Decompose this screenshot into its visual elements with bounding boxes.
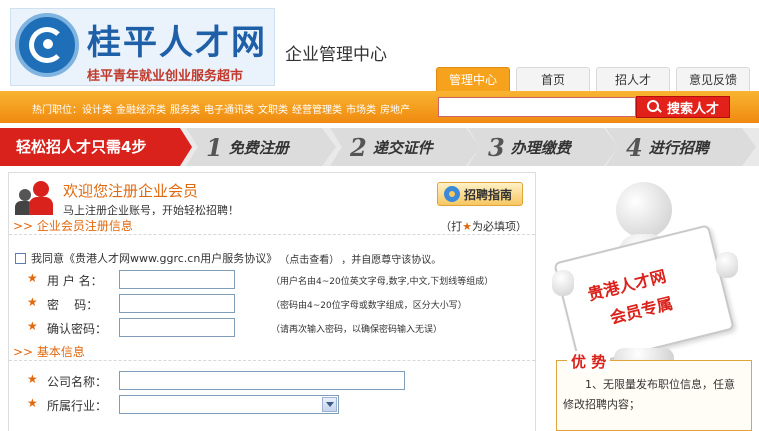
username-field[interactable] [119,270,235,289]
steps-intro: 轻松招人才只需4步 [0,128,192,166]
step-label: 递交证件 [372,138,433,157]
hot-job-link[interactable]: 房地产 [380,105,410,116]
step-3: 3 办理缴费 [468,128,618,166]
recruit-guide-button[interactable]: 招聘指南 [437,182,523,206]
hot-job-link[interactable]: 文职类 [258,105,288,116]
industry-label: 所属行业： [47,399,108,413]
hot-job-link[interactable]: 金融经济类 [116,105,166,116]
tab-management-center[interactable]: 管理中心 [436,67,510,91]
registration-panel: 欢迎您注册企业会员 马上注册企业账号，开始轻松招聘！ 招聘指南 >> 企业会员注… [8,172,536,431]
agreement-row: 我同意《贵港人才网www.ggrc.cn用户服务协议》 （点击查看） ，并自愿尊… [15,250,441,266]
tab-feedback[interactable]: 意见反馈 [676,67,750,91]
password-field[interactable] [119,294,235,313]
welcome-title: 欢迎您注册企业会员 [63,182,199,200]
section-title: >> 基本信息 [13,345,85,359]
guide-icon [444,186,460,202]
tab-home[interactable]: 首页 [516,67,590,91]
step-1: 1 免费注册 [186,128,336,166]
username-label: 用 户 名： [47,274,103,288]
agreement-checkbox[interactable] [15,252,26,264]
industry-select[interactable] [119,395,339,414]
tab-recruit[interactable]: 招人才 [596,67,670,91]
site-logo[interactable]: 桂平人才网 桂平青年就业创业服务超市 [10,8,275,86]
password-row: ★ 密 码： （密码由4~20位字母或数字组成，区分大小写） [9,293,535,315]
step-label: 免费注册 [228,138,289,157]
logo-title: 桂平人才网 [87,23,267,63]
required-star: ★ [27,271,38,285]
talent-search-button[interactable]: 搜索人才 [636,96,730,118]
hot-jobs-label: 热门职位： [32,105,82,116]
hot-search-bar: 热门职位：设计类 金融经济类 服务类 电子通讯类 文职类 经营管理类 市场类 房地产 搜索人才 [0,91,759,123]
promo-panel: 贵港人才网 会员专属 优 势 1、无限量发布职位信息，任意修改招聘内容； [544,172,759,431]
advantages-title: 优 势 [567,351,611,372]
agreement-suffix: ，并自愿尊守该协议。 [341,254,442,266]
required-star: ★ [27,319,38,333]
step-2: 2 递交证件 [330,128,480,166]
hot-job-link[interactable]: 服务类 [170,105,200,116]
advantages-box: 优 势 1、无限量发布职位信息，任意修改招聘内容； [556,351,752,431]
required-star: ★ [27,372,38,386]
hot-job-link[interactable]: 市场类 [346,105,376,116]
username-row: ★ 用 户 名： （用户名由4~20位英文字母,数字,中文,下划线等组成） [9,269,535,291]
search-icon [646,100,661,114]
industry-row: ★ 所属行业： [9,394,535,416]
step-4: 4 进行招聘 [606,128,756,166]
password-hint: （密码由4~20位字母或数字组成，区分大小写） [271,301,467,311]
talent-search-button-label: 搜索人才 [666,101,719,117]
confirm-password-row: ★ 确认密码： （请再次输入密码，以确保密码输入无误） [9,317,535,339]
people-icon [15,179,61,219]
view-agreement-link[interactable]: （点击查看） [279,251,339,266]
company-name-row: ★ 公司名称： [9,370,535,392]
company-name-label: 公司名称： [47,375,108,389]
confirm-password-field[interactable] [119,318,235,337]
registration-steps: 轻松招人才只需4步 1 免费注册 2 递交证件 3 办理缴费 4 进行招聘 [0,128,759,166]
recruit-guide-label: 招聘指南 [464,187,513,202]
step-label: 办理缴费 [510,138,571,157]
password-label: 密 码： [47,298,99,312]
advantage-item: 1、无限量发布职位信息，任意修改招聘内容； [563,378,735,411]
hot-job-link[interactable]: 电子通讯类 [204,105,254,116]
hot-jobs: 热门职位：设计类 金融经济类 服务类 电子通讯类 文职类 经营管理类 市场类 房地产 [32,101,414,116]
required-star: ★ [27,396,38,410]
hot-job-link[interactable]: 设计类 [82,105,112,116]
main-nav-tabs: 管理中心 首页 招人才 意见反馈 [436,67,750,91]
agreement-text: 我同意《贵港人才网www.ggrc.cn用户服务协议》 [31,252,278,265]
member-info-section: >> 企业会员注册信息 （打★为必填项） [9,215,535,235]
step-label: 进行招聘 [648,138,709,157]
chevron-down-icon [322,397,337,412]
page-title: 企业管理中心 [285,45,387,65]
logo-slogan: 桂平青年就业创业服务超市 [87,69,244,84]
required-note: （打★为必填项） [440,220,527,233]
member-promo-sign: 贵港人才网 会员专属 [553,224,735,368]
hot-job-link[interactable]: 经营管理类 [292,105,342,116]
mascot-hand-icon [552,270,574,296]
required-star: ★ [27,295,38,309]
logo-emblem-icon [15,13,79,77]
mascot-hand-icon [716,252,738,278]
company-name-field[interactable] [119,371,405,390]
section-title: >> 企业会员注册信息 [13,219,133,233]
basic-info-section: >> 基本信息 [9,341,535,361]
header: 桂平人才网 桂平青年就业创业服务超市 企业管理中心 管理中心 首页 招人才 意见… [0,0,759,92]
confirm-password-hint: （请再次输入密码，以确保密码输入无误） [271,325,443,335]
username-hint: （用户名由4~20位英文字母,数字,中文,下划线等组成） [271,277,494,287]
confirm-password-label: 确认密码： [47,322,108,336]
talent-search-input[interactable] [438,97,636,117]
